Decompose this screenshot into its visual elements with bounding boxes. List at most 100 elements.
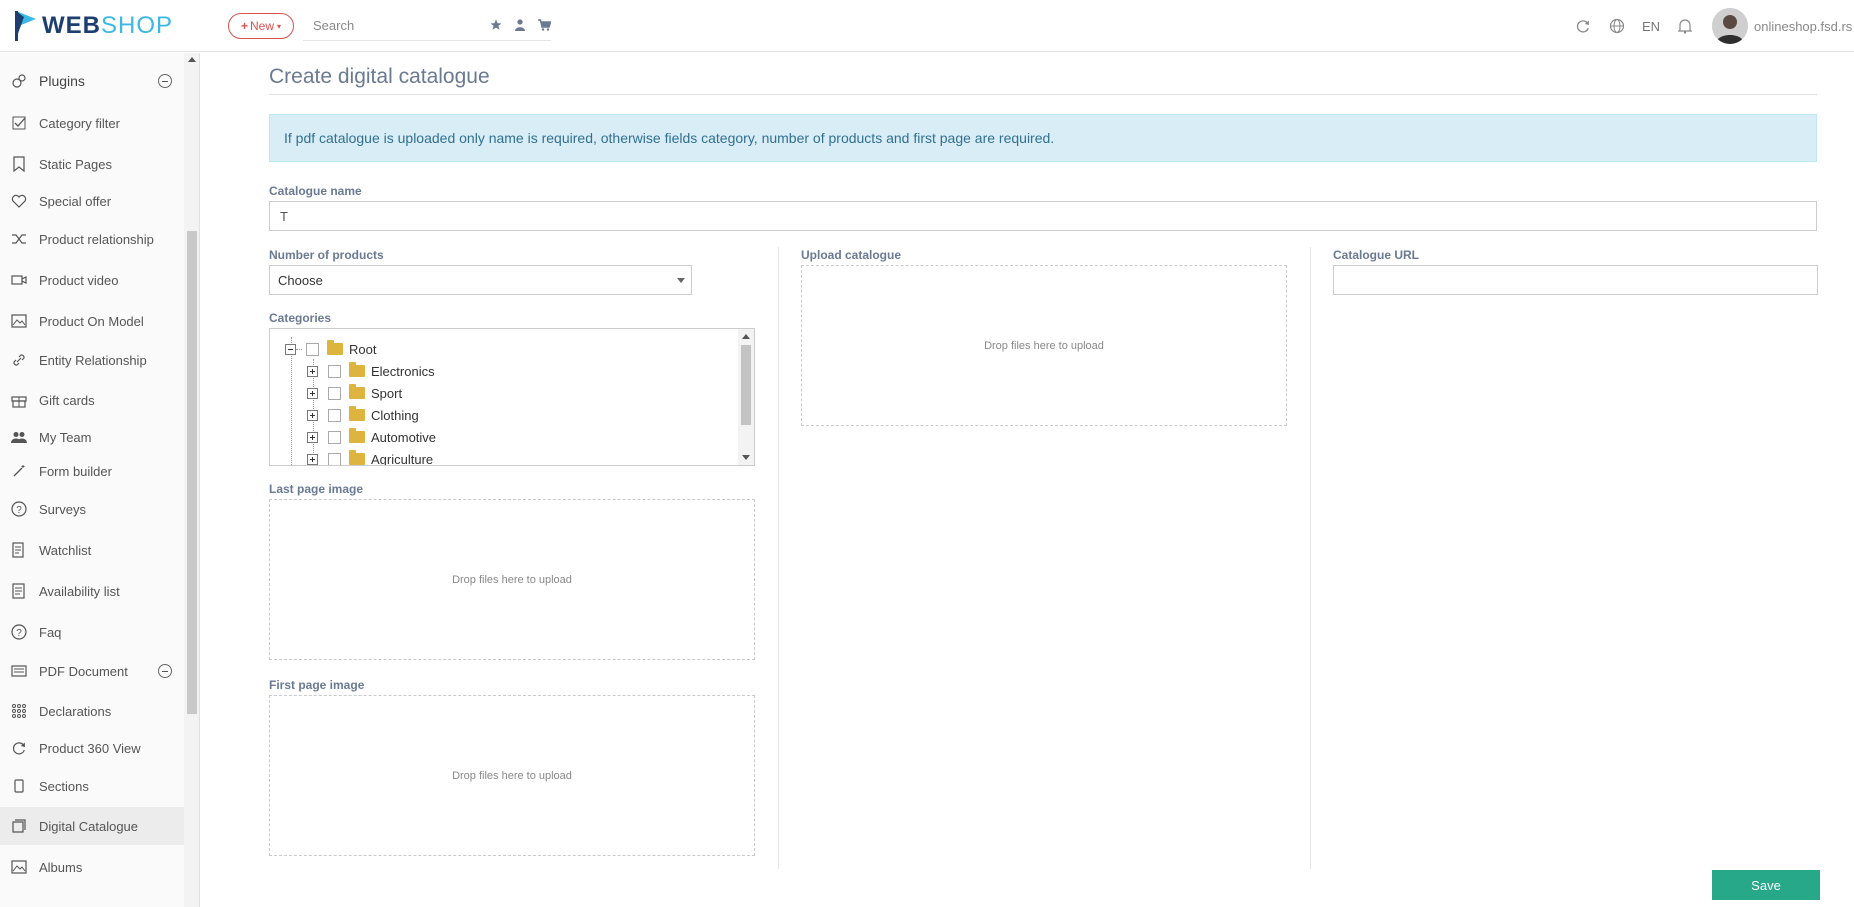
bell-icon[interactable] — [1668, 18, 1702, 34]
user-icon[interactable] — [513, 17, 527, 33]
sidebar-item-special-offer[interactable]: Special offer — [0, 182, 184, 220]
tree-checkbox[interactable] — [328, 430, 341, 444]
search-input[interactable] — [303, 18, 473, 33]
categories-tree: Root Electronics Sport Clothing Automoti… — [269, 328, 755, 466]
scroll-up-arrow-icon[interactable] — [742, 334, 750, 339]
page-title: Create digital catalogue — [269, 65, 490, 88]
first-page-dropzone[interactable]: Drop files here to upload — [269, 695, 755, 856]
sidebar-item-category-filter[interactable]: Category filter — [0, 104, 184, 142]
sidebar-item-product-video[interactable]: Product video — [0, 261, 184, 299]
number-of-products-select[interactable]: Choose — [269, 265, 692, 295]
plus-icon: + — [240, 19, 248, 33]
tree-checkbox[interactable] — [328, 452, 341, 465]
new-button[interactable]: + New ▾ — [228, 13, 294, 39]
column-divider — [1310, 247, 1311, 869]
sidebar-item-product-on-model[interactable]: Product On Model — [0, 302, 184, 340]
catalogue-url-input[interactable] — [1333, 265, 1818, 295]
last-page-dropzone[interactable]: Drop files here to upload — [269, 499, 755, 660]
sidebar-item-pdf-document[interactable]: PDF Document — [0, 652, 184, 690]
tree-expand-icon[interactable] — [307, 431, 318, 443]
sidebar-scrollbar[interactable] — [184, 53, 200, 907]
folder-icon — [349, 362, 365, 377]
avatar[interactable] — [1712, 8, 1748, 44]
catalogue-name-label: Catalogue name — [269, 184, 362, 198]
save-button[interactable]: Save — [1712, 870, 1820, 900]
globe-icon[interactable] — [1600, 18, 1634, 34]
question-icon: ? — [10, 500, 28, 518]
first-page-image-label: First page image — [269, 678, 365, 692]
tree-checkbox[interactable] — [306, 342, 319, 356]
sidebar-item-declarations[interactable]: Declarations — [0, 692, 184, 730]
collapse-icon[interactable] — [158, 74, 172, 88]
sidebar-item-availability-list[interactable]: Availability list — [0, 572, 184, 610]
sidebar-item-my-team[interactable]: My Team — [0, 418, 184, 456]
svg-text:?: ? — [16, 505, 22, 516]
scroll-down-arrow-icon[interactable] — [742, 455, 750, 460]
tree-node-electronics[interactable]: Electronics — [307, 360, 435, 382]
upload-catalogue-label: Upload catalogue — [801, 248, 902, 262]
site-name[interactable]: onlineshop.fsd.rs — [1754, 19, 1854, 34]
main-content: Create digital catalogue If pdf catalogu… — [229, 53, 1854, 907]
search-box — [303, 11, 551, 41]
sidebar-item-entity-relationship[interactable]: Entity Relationship — [0, 341, 184, 379]
upload-catalogue-dropzone[interactable]: Drop files here to upload — [801, 265, 1287, 426]
chevron-down-icon: ▾ — [277, 21, 282, 31]
tree-collapse-icon[interactable] — [285, 343, 296, 355]
bookmark-icon — [10, 155, 28, 173]
scrollbar-thumb[interactable] — [741, 345, 751, 425]
sidebar-item-digital-catalogue[interactable]: Digital Catalogue — [0, 807, 184, 845]
tree-node-sport[interactable]: Sport — [307, 382, 402, 404]
tree-expand-icon[interactable] — [307, 453, 318, 465]
tree-node-agriculture[interactable]: Agriculture — [307, 448, 433, 465]
sidebar: Plugins Category filter Static Pages Spe… — [0, 53, 184, 907]
wand-icon — [10, 462, 28, 480]
sidebar-item-form-builder[interactable]: Form builder — [0, 452, 184, 490]
scroll-up-arrow-icon[interactable] — [188, 57, 196, 62]
categories-label: Categories — [269, 311, 332, 325]
scrollbar-thumb[interactable] — [187, 231, 197, 714]
title-divider — [269, 94, 1817, 95]
number-of-products-label: Number of products — [269, 248, 384, 262]
sidebar-item-watchlist[interactable]: Watchlist — [0, 531, 184, 569]
sidebar-item-faq[interactable]: ? Faq — [0, 613, 184, 651]
sidebar-item-albums[interactable]: Albums — [0, 848, 184, 886]
refresh-icon[interactable] — [1566, 18, 1600, 34]
tree-expand-icon[interactable] — [307, 387, 318, 399]
pdf-icon — [10, 662, 28, 680]
catalogue-name-input[interactable]: T — [269, 201, 1817, 231]
sidebar-item-product-360-view[interactable]: Product 360 View — [0, 729, 184, 767]
logo-flag-icon — [15, 11, 36, 41]
tree-node-automotive[interactable]: Automotive — [307, 426, 436, 448]
tree-expand-icon[interactable] — [307, 365, 318, 377]
sidebar-item-sections[interactable]: Sections — [0, 767, 184, 805]
folder-icon — [349, 406, 365, 421]
list-icon — [10, 582, 28, 600]
top-bar: WEBSHOP + New ▾ EN onlineshop.fsd.rs — [0, 0, 1854, 52]
sidebar-item-static-pages[interactable]: Static Pages — [0, 145, 184, 183]
tree-node-root[interactable]: Root — [285, 338, 376, 360]
tree-checkbox[interactable] — [328, 386, 341, 400]
sidebar-item-surveys[interactable]: ? Surveys — [0, 490, 184, 528]
sidebar-item-plugins[interactable]: Plugins — [0, 62, 184, 100]
sidebar-item-gift-cards[interactable]: Gift cards — [0, 381, 184, 419]
folder-icon — [349, 384, 365, 399]
catalogue-url-label: Catalogue URL — [1333, 248, 1420, 262]
watchlist-icon — [10, 541, 28, 559]
tree-checkbox[interactable] — [328, 364, 341, 378]
language-selector[interactable]: EN — [1634, 19, 1668, 34]
tree-checkbox[interactable] — [328, 408, 341, 422]
star-icon[interactable] — [489, 17, 503, 33]
cart-icon[interactable] — [537, 17, 551, 33]
gift-icon — [10, 391, 28, 409]
tree-scrollbar[interactable] — [738, 329, 754, 465]
logo[interactable]: WEBSHOP — [14, 8, 173, 44]
collapse-icon[interactable] — [158, 664, 172, 678]
rotate-icon — [10, 739, 28, 757]
top-right-tools: EN onlineshop.fsd.rs — [1566, 8, 1854, 44]
tree-expand-icon[interactable] — [307, 409, 318, 421]
folder-icon — [349, 428, 365, 443]
tree-node-clothing[interactable]: Clothing — [307, 404, 419, 426]
sidebar-item-product-relationship[interactable]: Product relationship — [0, 220, 184, 258]
link-icon — [10, 351, 28, 369]
mobile-icon — [10, 777, 28, 795]
